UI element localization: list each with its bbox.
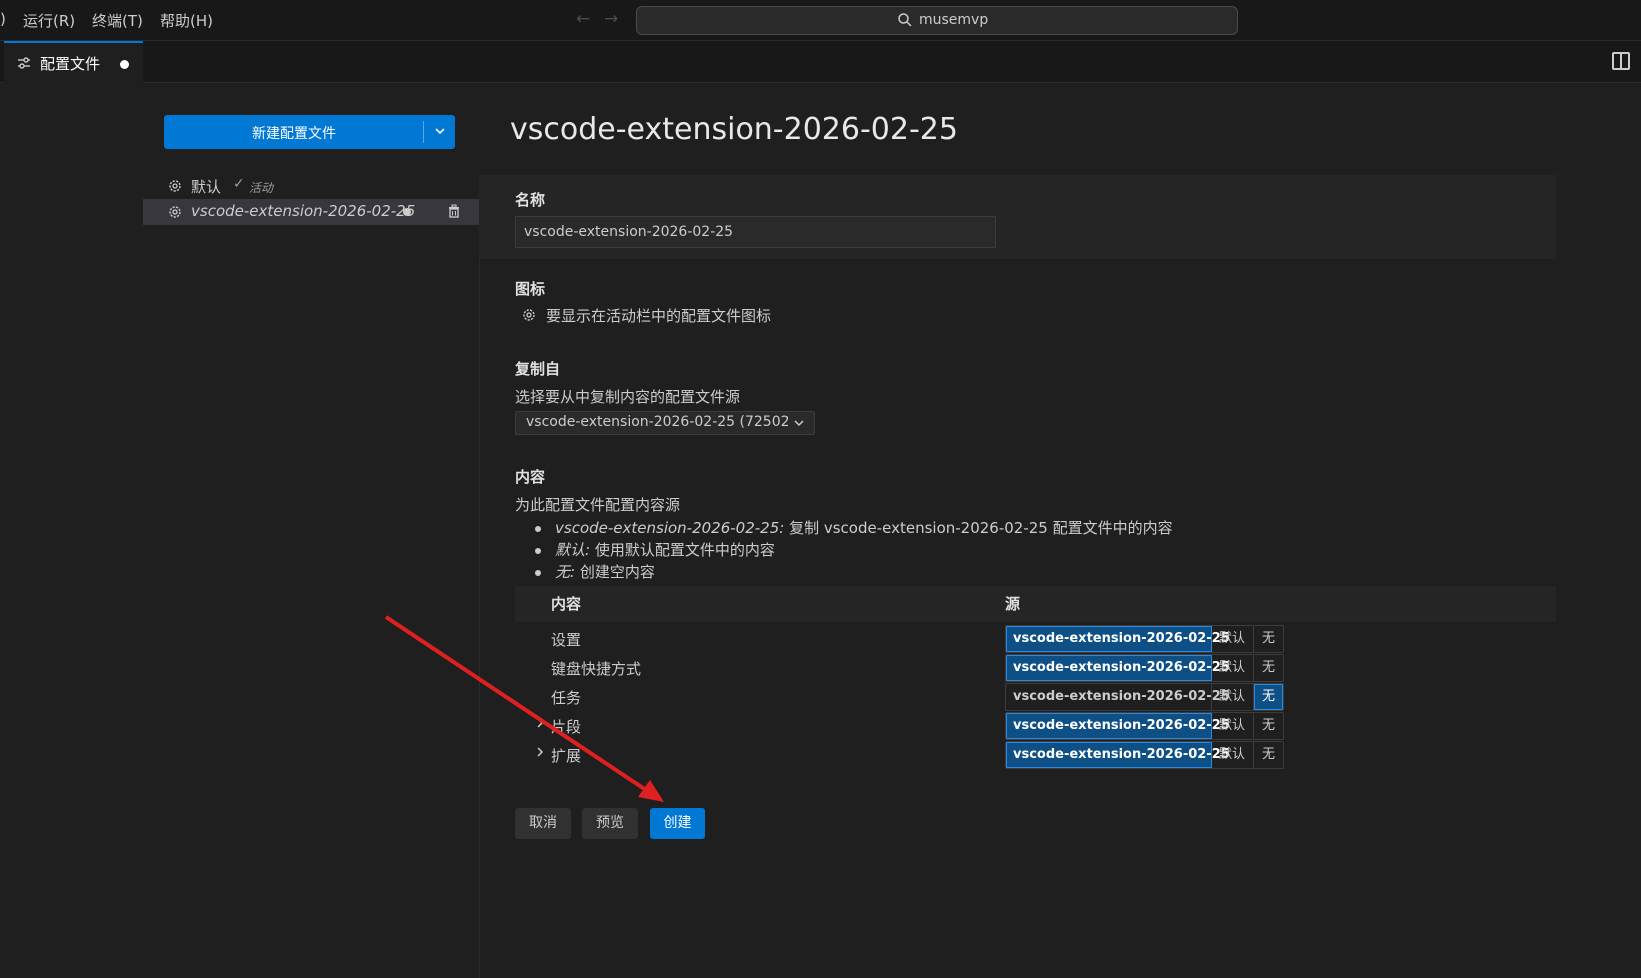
tab-label: 配置文件 [40,55,101,73]
profile-name-input[interactable] [515,216,996,248]
menu-item-help[interactable]: 帮助(H) [160,10,213,31]
search-icon [898,13,912,27]
table-row: 片段 vscode-extension-2026-02-25 默认无 [515,712,1556,741]
row-label: 键盘快捷方式 [551,660,642,678]
profile-item-vscode-extension[interactable]: vscode-extension-2026-02-25 [143,199,479,225]
column-header-contents: 内容 [551,595,582,613]
page-title: vscode-extension-2026-02-25 [510,112,958,147]
source-option-default[interactable]: 默认 [1212,684,1254,710]
source-option-profile[interactable]: vscode-extension-2026-02-25 [1006,684,1230,710]
source-selector: vscode-extension-2026-02-25 默认无 [1005,625,1284,653]
table-row: 键盘快捷方式 vscode-extension-2026-02-25 默认无 [515,654,1556,683]
source-option-none[interactable]: 无 [1254,742,1283,768]
source-option-default[interactable]: 默认 [1212,626,1254,652]
table-row: 设置 vscode-extension-2026-02-25 默认无 [515,625,1556,654]
chevron-down-icon [794,420,804,427]
source-option-none[interactable]: 无 [1254,684,1283,710]
copy-from-select[interactable]: vscode-extension-2026-02-25 (72502 [515,411,815,435]
source-selector: vscode-extension-2026-02-25 默认无 [1005,683,1284,711]
source-selector: vscode-extension-2026-02-25 默认无 [1005,654,1284,682]
new-profile-label: 新建配置文件 [252,126,336,142]
unsaved-dot-icon[interactable] [120,60,129,69]
gear-icon [169,206,181,218]
source-option-default[interactable]: 默认 [1212,742,1254,768]
copy-section-title: 复制自 [515,360,561,378]
source-selector: vscode-extension-2026-02-25 默认无 [1005,712,1284,740]
gear-icon[interactable] [521,307,537,323]
new-profile-button[interactable]: 新建配置文件 [164,115,455,149]
menu-item-partial[interactable]: ) [0,10,6,28]
source-option-none[interactable]: 无 [1254,655,1283,681]
cancel-button[interactable]: 取消 [515,808,571,839]
source-option-default[interactable]: 默认 [1212,713,1254,739]
gear-icon [169,180,181,192]
source-option-profile[interactable]: vscode-extension-2026-02-25 [1006,713,1230,739]
preview-button[interactable]: 预览 [582,808,638,839]
copy-from-value: vscode-extension-2026-02-25 (72502 [526,414,788,430]
button-separator [423,121,424,143]
icon-section-description: 要显示在活动栏中的配置文件图标 [546,307,772,325]
table-row: 扩展 vscode-extension-2026-02-25 默认无 [515,741,1556,770]
source-option-none[interactable]: 无 [1254,626,1283,652]
profile-name: vscode-extension-2026-02-25 [191,202,416,220]
source-selector: vscode-extension-2026-02-25 默认无 [1005,741,1284,769]
row-label: 设置 [551,631,582,649]
column-header-source: 源 [1005,595,1021,613]
tab-bar [0,41,1641,83]
command-center-search[interactable]: musemvp [636,6,1238,35]
list-item: 无: 创建空内容 [535,561,655,582]
contents-section-title: 内容 [515,468,546,486]
source-option-default[interactable]: 默认 [1212,655,1254,681]
source-option-profile[interactable]: vscode-extension-2026-02-25 [1006,626,1230,652]
source-option-profile[interactable]: vscode-extension-2026-02-25 [1006,655,1230,681]
create-button[interactable]: 创建 [650,808,705,839]
chevron-down-icon[interactable] [432,123,448,139]
chevron-right-icon[interactable] [535,745,547,763]
profile-name: 默认 [191,178,222,196]
table-row: 任务 vscode-extension-2026-02-25 默认无 [515,683,1556,712]
back-arrow-icon[interactable]: ← [576,9,590,29]
profile-item-default[interactable]: 默认 ✓ 活动 [143,173,479,199]
copy-section-description: 选择要从中复制内容的配置文件源 [515,388,741,406]
tab-profiles[interactable]: 配置文件 [4,41,143,83]
icon-section-title: 图标 [515,280,546,298]
list-item: 默认: 使用默认配置文件中的内容 [535,539,775,560]
unsaved-dot-icon [403,208,411,216]
trash-icon[interactable] [446,203,462,219]
contents-section-description: 为此配置文件配置内容源 [515,496,681,514]
row-label: 任务 [551,689,582,707]
profile-status: 活动 [249,181,274,195]
list-item: vscode-extension-2026-02-25: 复制 vscode-e… [535,517,1173,538]
menu-item-terminal[interactable]: 终端(T) [92,10,143,31]
split-editor-icon[interactable] [1612,52,1630,70]
row-label: 扩展 [551,747,582,765]
chevron-right-icon[interactable] [535,716,547,734]
search-text: musemvp [919,12,989,28]
editor-divider [479,175,480,978]
row-label: 片段 [551,718,582,736]
contents-table-header: 内容 源 [515,586,1556,622]
check-icon: ✓ [233,176,245,192]
source-option-none[interactable]: 无 [1254,713,1283,739]
menu-item-run[interactable]: 运行(R) [23,10,75,31]
name-section-title: 名称 [515,191,546,209]
forward-arrow-icon[interactable]: → [604,9,618,29]
settings-sliders-icon [18,57,30,69]
source-option-profile[interactable]: vscode-extension-2026-02-25 [1006,742,1230,768]
